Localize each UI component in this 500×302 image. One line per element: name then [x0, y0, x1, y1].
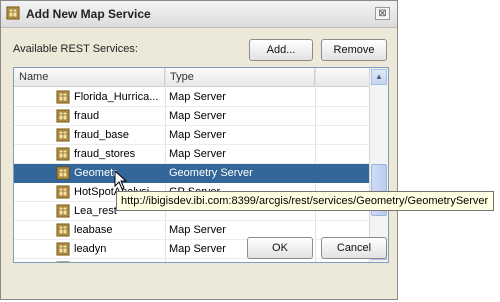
table-row[interactable]: fraud_stores Map Server	[14, 145, 369, 164]
table-row[interactable]	[14, 259, 369, 262]
service-name: leadyn	[74, 243, 107, 255]
map-service-icon	[56, 204, 70, 218]
service-type: Map Server	[169, 148, 226, 160]
table-row[interactable]: fraud_base Map Server	[14, 126, 369, 145]
available-services-label: Available REST Services:	[13, 43, 138, 55]
add-map-service-dialog: Add New Map Service ⊠ Available REST Ser…	[0, 0, 398, 300]
service-url-tooltip: http://ibigisdev.ibi.com:8399/arcgis/res…	[116, 191, 494, 211]
map-service-icon	[6, 6, 20, 20]
service-type: Map Server	[169, 224, 226, 236]
ok-button[interactable]: OK	[247, 237, 313, 259]
column-header-type[interactable]: Type	[165, 68, 315, 86]
scroll-up-arrow-icon[interactable]: ▲	[371, 69, 387, 85]
title-bar[interactable]: Add New Map Service ⊠	[1, 1, 397, 28]
service-name: fraud	[74, 110, 100, 122]
map-service-icon	[56, 223, 70, 237]
service-name: fraud_base	[74, 129, 130, 141]
service-type: Map Server	[169, 243, 226, 255]
rest-services-list[interactable]: Name Type Florida_Hurrica... Map Server fr…	[13, 67, 389, 263]
dialog-title: Add New Map Service	[26, 7, 151, 21]
service-name: leabase	[74, 224, 113, 236]
cancel-button[interactable]: Cancel	[321, 237, 387, 259]
service-type: Geometry Server	[169, 167, 253, 179]
vertical-scrollbar[interactable]: ▲ ▼	[369, 68, 388, 262]
map-service-icon	[56, 261, 70, 262]
service-name: fraud_stores	[74, 148, 136, 160]
map-service-icon	[56, 128, 70, 142]
map-service-icon	[56, 90, 70, 104]
mouse-pointer-icon	[114, 170, 128, 190]
table-row[interactable]: fraud Map Server	[14, 107, 369, 126]
service-type: Map Server	[169, 91, 226, 103]
service-type: Map Server	[169, 110, 226, 122]
map-service-icon	[56, 166, 70, 180]
map-service-icon	[56, 242, 70, 256]
table-row[interactable]: leadyn Map Server	[14, 240, 369, 259]
service-type: Map Server	[169, 129, 226, 141]
map-service-icon	[56, 109, 70, 123]
table-row[interactable]: leabase Map Server	[14, 221, 369, 240]
map-service-icon	[56, 147, 70, 161]
table-row[interactable]: Geometr Geometry Server	[14, 164, 369, 183]
column-header-name[interactable]: Name	[14, 68, 165, 86]
add-button[interactable]: Add...	[249, 39, 313, 61]
service-name: Florida_Hurrica...	[74, 91, 159, 103]
map-service-icon	[56, 185, 70, 199]
table-row[interactable]: Florida_Hurrica... Map Server	[14, 88, 369, 107]
remove-button[interactable]: Remove	[321, 39, 387, 61]
close-button[interactable]: ⊠	[375, 7, 390, 20]
